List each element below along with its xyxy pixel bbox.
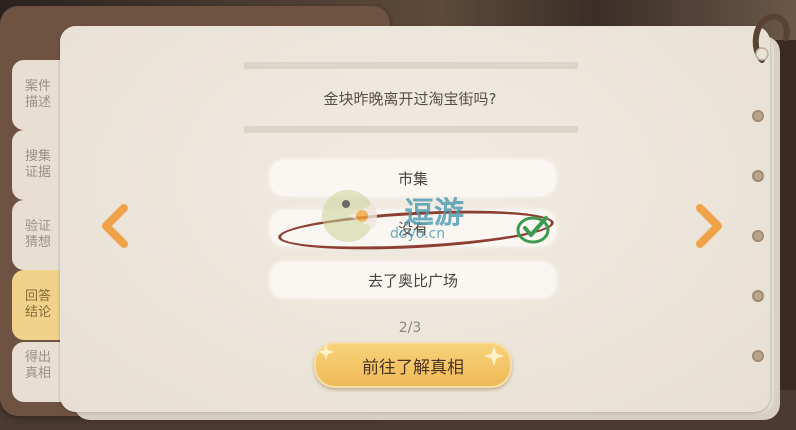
binder-ring: [752, 350, 764, 362]
page-indicator: 2/3: [398, 320, 422, 336]
chevron-right-icon[interactable]: [694, 204, 724, 248]
check-icon: [516, 216, 550, 244]
option-item[interactable]: 市集: [270, 160, 556, 196]
binder-ring: [752, 170, 764, 182]
tab-collect-evidence[interactable]: 搜集证据: [12, 130, 64, 200]
question-bottom-rule: [244, 126, 578, 133]
question-top-rule: [244, 62, 578, 69]
question-text: 金块昨晚离开过淘宝街吗?: [323, 90, 497, 108]
tab-answer-conclusion[interactable]: 回答结论: [12, 270, 64, 340]
binder-ring: [752, 230, 764, 242]
option-label: 市集: [397, 169, 428, 188]
tab-label: 得出真相: [24, 350, 51, 381]
binder-ring: [752, 110, 764, 122]
tab-label: 案件描述: [24, 79, 51, 110]
chevron-left-icon[interactable]: [100, 204, 130, 248]
binder-clip-icon: [752, 13, 790, 63]
option-label: 去了奥比广场: [367, 271, 458, 290]
option-item[interactable]: 去了奥比广场: [270, 262, 556, 298]
tab-label: 回答结论: [24, 289, 51, 320]
tab-verify-hypothesis[interactable]: 验证猜想: [12, 200, 64, 270]
binder-ring: [752, 290, 764, 302]
sparkle-icon: [484, 346, 504, 366]
tab-label: 验证猜想: [24, 219, 51, 250]
sparkle-icon: [318, 344, 334, 360]
tab-case-description[interactable]: 案件描述: [12, 60, 64, 130]
tab-reveal-truth[interactable]: 得出真相: [12, 342, 64, 402]
go-to-truth-label: 前往了解真相: [362, 357, 464, 378]
go-to-truth-button[interactable]: 前往了解真相: [314, 342, 512, 388]
tab-label: 搜集证据: [24, 149, 51, 180]
